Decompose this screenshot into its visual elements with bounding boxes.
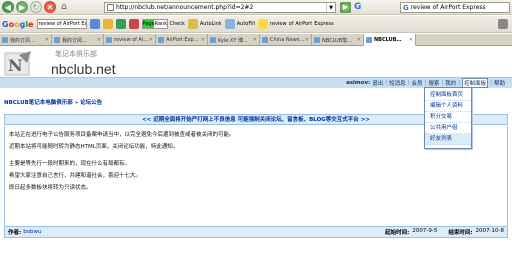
close-icon[interactable]: ✕ bbox=[45, 37, 49, 43]
announcement-paragraph: 主要是等先行一段时期来的，现在什么有局都有。 bbox=[9, 161, 131, 167]
tab-8-active[interactable]: NBCLUB… ✕ bbox=[364, 34, 416, 46]
logo-chinese: 笔记本俱乐部 bbox=[55, 50, 97, 58]
chevron-down-icon[interactable]: ▼ bbox=[326, 3, 335, 12]
search-field[interactable]: G review of AirPort Express bbox=[400, 2, 510, 13]
site-logo[interactable]: N 笔记本俱乐部 nbclub.net bbox=[3, 49, 153, 79]
address-bar[interactable]: http://nbclub.net/announcement.php?id=2#… bbox=[104, 2, 336, 13]
tab-3[interactable]: review of Ai… ✕ bbox=[104, 34, 156, 46]
nbclub-logo-mark: N bbox=[4, 51, 31, 76]
close-icon[interactable]: ✕ bbox=[409, 37, 413, 43]
start-label: 起始时间: bbox=[385, 230, 410, 236]
page-icon bbox=[2, 37, 8, 43]
term-of[interactable]: of bbox=[289, 21, 294, 27]
username[interactable]: asimov: bbox=[346, 80, 370, 86]
autofill-icon[interactable] bbox=[224, 19, 235, 29]
go-button[interactable]: ▶ bbox=[340, 2, 351, 13]
stop-button[interactable]: ✕ bbox=[44, 1, 56, 13]
tab-7[interactable]: NBCLUB笔… ✕ bbox=[312, 34, 364, 46]
close-icon[interactable]: ✕ bbox=[253, 37, 257, 43]
author-label: 作者: bbox=[8, 230, 22, 236]
menu-item-friends[interactable]: 好友列表 bbox=[425, 134, 471, 145]
highlight-icon[interactable] bbox=[258, 19, 269, 29]
site-favicon bbox=[107, 4, 114, 11]
google-toolbar-icon[interactable]: G bbox=[354, 2, 366, 13]
go-icon: ▶ bbox=[342, 3, 349, 11]
breadcrumb[interactable]: NBCLUB笔记本电脑俱乐部 » 论坛公告 bbox=[4, 98, 102, 106]
nav-search[interactable]: 搜索 bbox=[428, 79, 439, 87]
pagerank-meter[interactable]: PageRank bbox=[141, 19, 168, 29]
check-button[interactable]: Check bbox=[170, 21, 185, 27]
bookmark-icon[interactable] bbox=[102, 19, 113, 29]
url-text[interactable]: http://nbclub.net/announcement.php?id=2#… bbox=[116, 4, 326, 11]
page-icon bbox=[314, 37, 320, 43]
nav-messages[interactable]: 短消息 bbox=[389, 79, 406, 87]
close-icon[interactable]: ✕ bbox=[201, 37, 205, 43]
start-date: 2007-9-5 bbox=[412, 228, 438, 234]
term-express[interactable]: Express bbox=[314, 21, 334, 27]
date-range: 起始时间: 2007-9-5 结束时间: 2007-10-8 bbox=[385, 228, 504, 236]
nav-my[interactable]: 我的 bbox=[445, 79, 456, 87]
close-icon[interactable]: ✕ bbox=[357, 37, 361, 43]
tab-1[interactable]: 我的订阅… ✕ bbox=[0, 34, 52, 46]
back-button[interactable]: ◀ bbox=[2, 1, 14, 13]
end-date: 2007-10-8 bbox=[475, 228, 504, 234]
svg-text:N: N bbox=[8, 56, 23, 75]
tab-6[interactable]: China News… ✕ bbox=[260, 34, 312, 46]
page-icon bbox=[106, 37, 112, 43]
announcement-footer: 作者: bobwu 起始时间: 2007-9-5 结束时间: 2007-10-8 bbox=[4, 226, 508, 238]
toolbar-search-input[interactable]: review of AirPort Exp bbox=[36, 19, 87, 29]
home-icon: ⌂ bbox=[61, 2, 67, 12]
menu-item-user-groups[interactable]: 公共用户组 bbox=[425, 123, 471, 134]
search-go-icon[interactable] bbox=[89, 19, 100, 29]
page-icon bbox=[54, 37, 60, 43]
google-toolbar: Google review of AirPort Exp PageRank Ch… bbox=[0, 16, 512, 33]
reload-button[interactable]: ↻ bbox=[30, 1, 42, 13]
forward-button[interactable]: ▶ bbox=[16, 1, 28, 13]
autofill-button[interactable]: AutoFill bbox=[237, 21, 255, 27]
close-icon[interactable]: ✕ bbox=[305, 37, 309, 43]
reload-icon: ↻ bbox=[32, 2, 40, 12]
tab-2[interactable]: 我的订阅… ✕ bbox=[52, 34, 104, 46]
block-icon[interactable] bbox=[128, 19, 139, 29]
page-icon bbox=[210, 37, 216, 43]
menu-item-edit-profile[interactable]: 编辑个人资料 bbox=[425, 101, 471, 112]
nav-members[interactable]: 会员 bbox=[411, 79, 422, 87]
google-icon: G bbox=[403, 3, 409, 12]
stop-icon: ✕ bbox=[46, 2, 54, 12]
nav-logout[interactable]: 退出 bbox=[372, 79, 383, 87]
tab-strip: 我的订阅… ✕ 我的订阅… ✕ review of Ai… ✕ AirPort Exp… bbox=[0, 34, 512, 46]
settings-icon[interactable] bbox=[498, 19, 508, 29]
term-airport[interactable]: AirPort bbox=[295, 21, 312, 27]
arrow-left-icon: ◀ bbox=[4, 2, 12, 12]
logo-english: nbclub.net bbox=[51, 61, 116, 77]
autolink-icon[interactable] bbox=[187, 19, 198, 29]
tab-4[interactable]: AirPort Exp… ✕ bbox=[156, 34, 208, 46]
page-icon bbox=[366, 37, 372, 43]
nav-help[interactable]: 帮助 bbox=[494, 79, 505, 87]
page-icon bbox=[262, 37, 268, 43]
google-logo[interactable]: Google bbox=[2, 20, 34, 29]
news-icon[interactable] bbox=[115, 19, 126, 29]
autolink-button[interactable]: AutoLink bbox=[200, 21, 222, 27]
control-panel-dropdown: 控制面板首页 编辑个人资料 积分交易 公共用户组 好友列表 bbox=[424, 87, 472, 149]
term-review[interactable]: review bbox=[270, 21, 287, 27]
announcement-paragraph: 即日起多数板块将转为只读状态。 bbox=[9, 185, 92, 191]
author-link[interactable]: bobwu bbox=[23, 229, 41, 235]
search-value[interactable]: review of AirPort Express bbox=[411, 4, 486, 11]
close-icon[interactable]: ✕ bbox=[149, 37, 153, 43]
close-icon[interactable]: ✕ bbox=[97, 37, 101, 43]
end-label: 结束时间: bbox=[448, 230, 473, 236]
tab-5[interactable]: Kyle.XY 博… ✕ bbox=[208, 34, 260, 46]
home-button[interactable]: ⌂ bbox=[58, 1, 70, 13]
announcement-paragraph: 希望大家注意自己言行，共建和谐社会，喜迎十七大。 bbox=[9, 173, 142, 179]
menu-item-credits[interactable]: 积分交易 bbox=[425, 112, 471, 123]
menu-item-cp-home[interactable]: 控制面板首页 bbox=[425, 90, 471, 101]
web-page: N 笔记本俱乐部 nbclub.net asimov: 退出 | 短消息 | 会员 |… bbox=[0, 46, 512, 254]
arrow-right-icon: ▶ bbox=[18, 2, 26, 12]
page-icon bbox=[158, 37, 164, 43]
